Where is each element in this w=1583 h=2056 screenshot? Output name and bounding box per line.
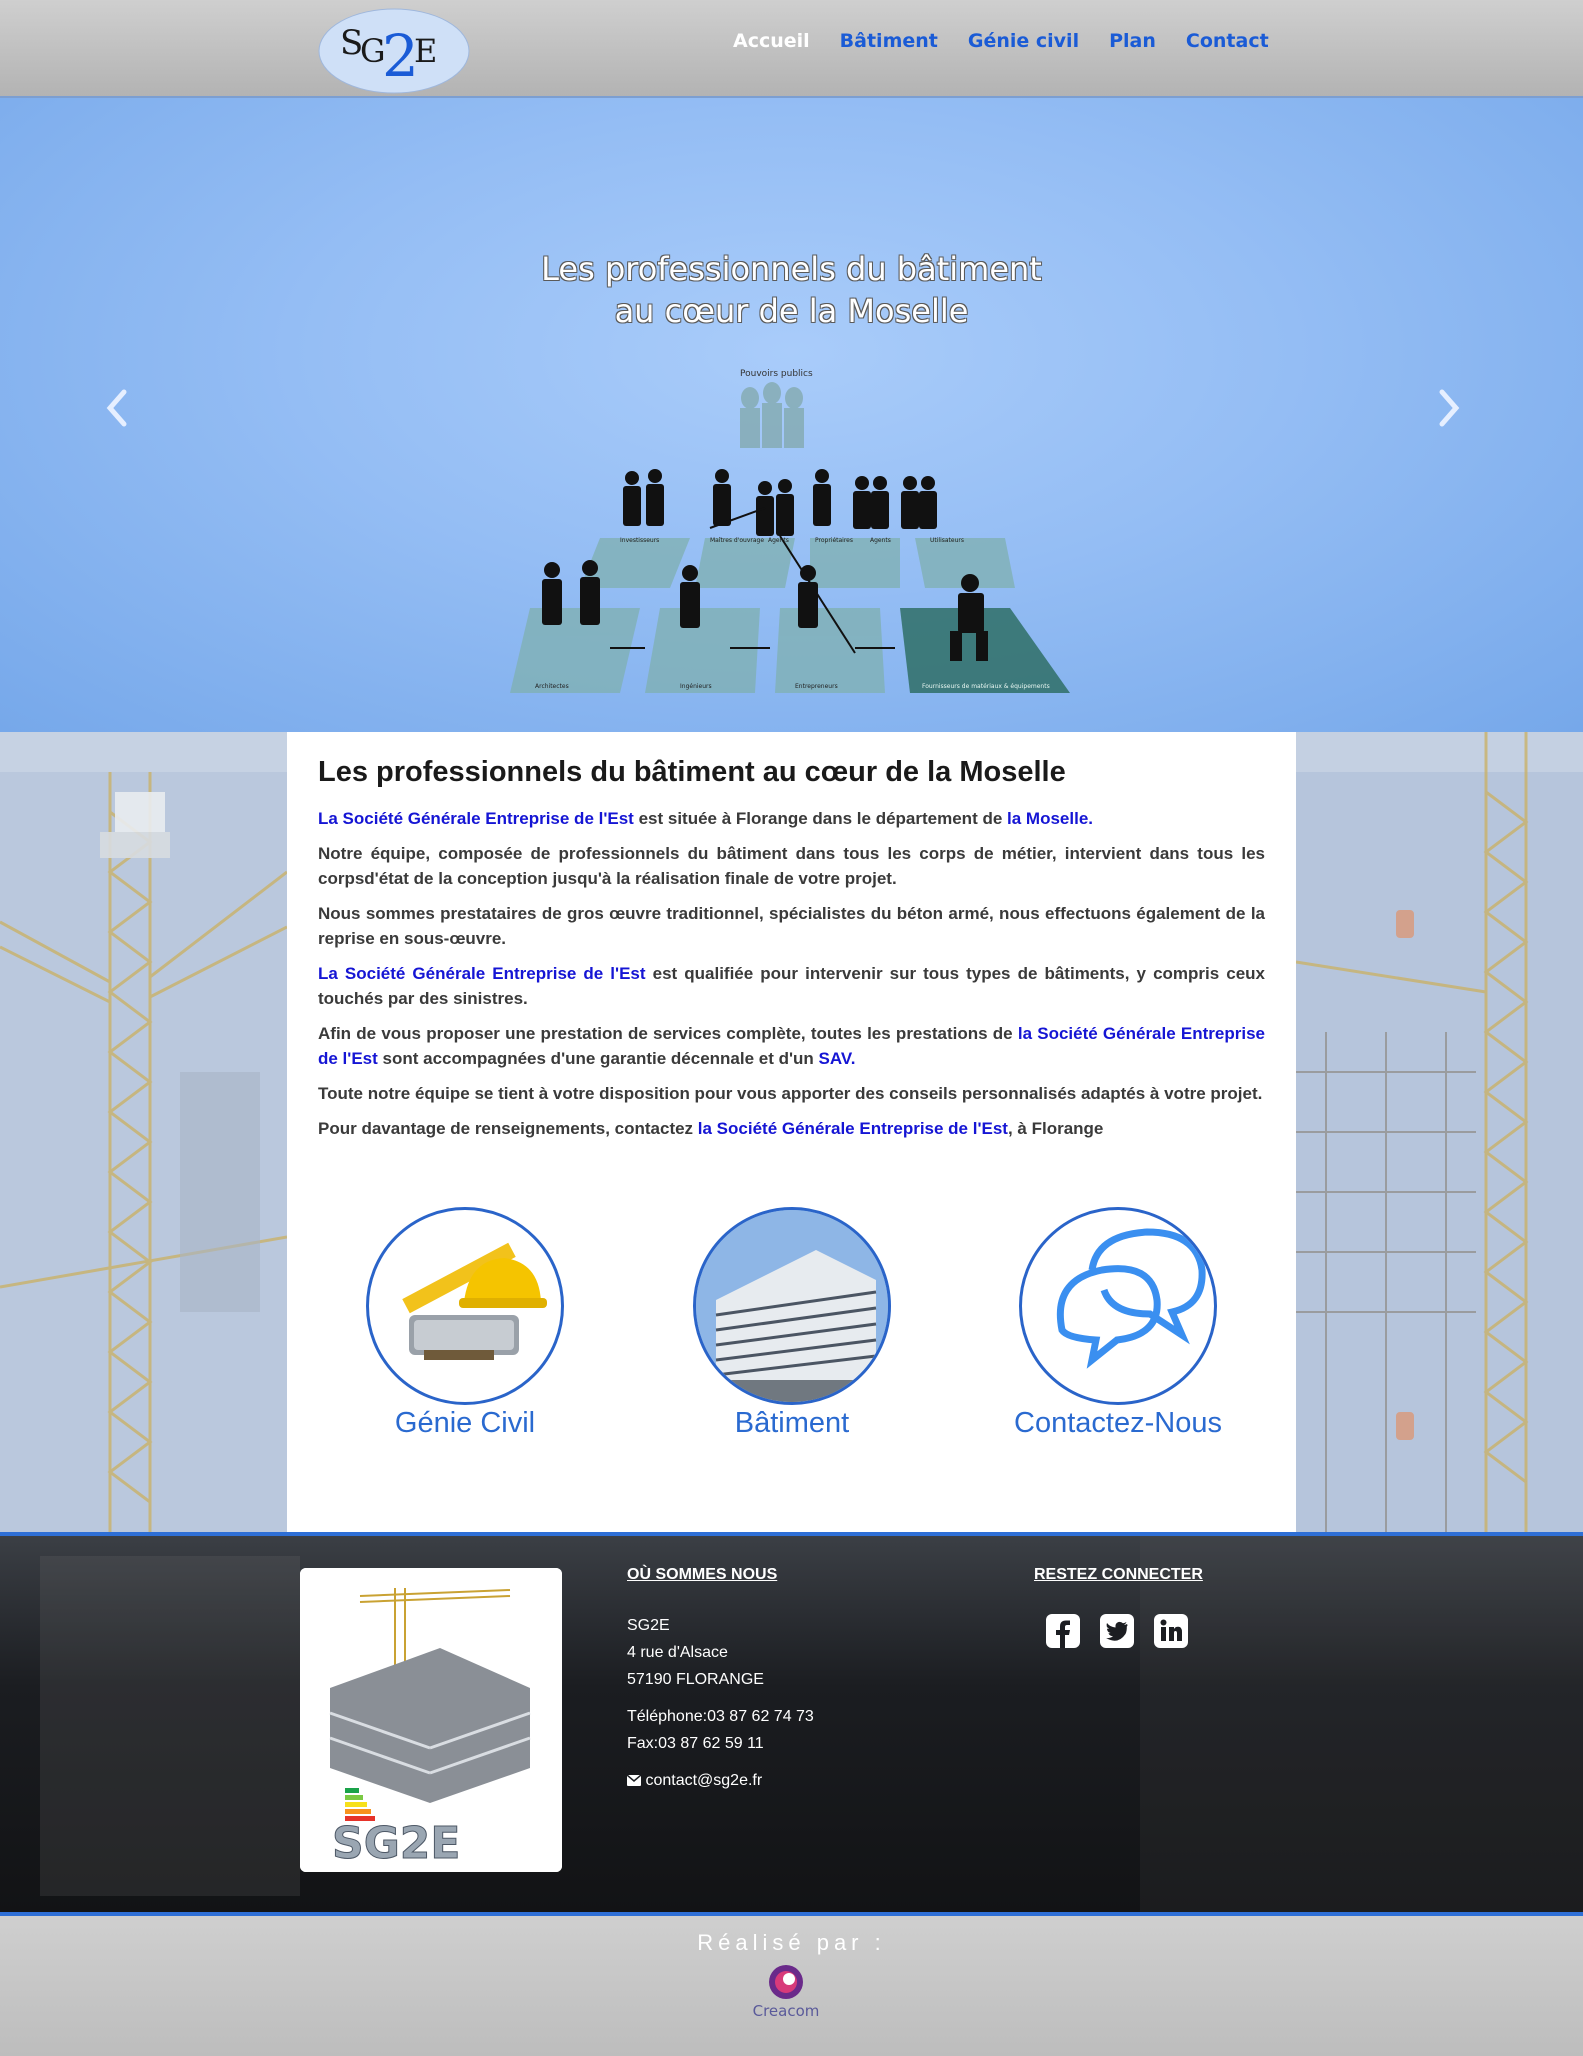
nav-item-contact[interactable]: Contact [1186,30,1269,52]
hero-carousel: Les professionnels du bâtiment au cœur d… [0,98,1583,732]
building-icon [696,1210,888,1402]
linkedin-icon[interactable] [1154,1614,1188,1648]
email-link[interactable]: contact@sg2e.fr [645,1772,762,1789]
feature-label: Génie Civil [394,1407,536,1439]
twitter-icon[interactable] [1100,1614,1134,1648]
company-name: SG2E [627,1617,670,1634]
text-span: Pour davantage de renseignements, contac… [318,1119,698,1138]
tools-helmet-icon [402,1242,547,1360]
intro-text: La Société Générale Entreprise de l'Est … [318,806,1265,1151]
hero-title-line-2: au cœur de la Moselle [614,292,969,330]
footer-logo-card: SG2E [300,1568,562,1872]
city-address: 57190 FLORANGE [627,1671,764,1688]
text-span: . [1088,809,1094,828]
envelope-icon [626,1774,642,1786]
credits-label: Réalisé par : [697,1930,886,1955]
top-navbar: S G 2 E Accueil Bâtiment Génie civil Pla… [0,0,1583,98]
paragraph: La Société Générale Entreprise de l'Est … [318,806,1265,831]
nav-item-batiment[interactable]: Bâtiment [840,30,938,52]
text-span: sont accompagnées d'une garantie décenna… [377,1049,819,1068]
feature-genie-civil[interactable]: Génie Civil [335,1207,595,1440]
address-block: SG2E 4 rue d'Alsace 57190 FLORANGE Télép… [626,1612,814,1794]
footer-background [1140,1536,1583,1912]
feature-image-circle [366,1207,564,1405]
chevron-left-icon [106,389,127,427]
text-span: . [850,1049,856,1068]
site-footer: SG2E OÙ SOMMES NOUS SG2E 4 rue d'Alsace … [0,1532,1583,1916]
nav-item-accueil[interactable]: Accueil [733,30,810,52]
social-links [1046,1614,1188,1648]
carousel-prev-button[interactable] [104,388,130,438]
svg-text:E: E [414,32,437,70]
text-span: Afin de vous proposer une prestation de … [318,1024,1018,1043]
company-link[interactable]: la Société Générale Entreprise de l'Est [698,1119,1008,1138]
feature-label: Contactez-Nous [1014,1407,1222,1439]
diagram-label: Investisseurs [620,537,659,544]
building-actors-diagram: Pouvoirs publics Investisseurs Maîtres d… [510,369,1070,693]
main-nav: Accueil Bâtiment Génie civil Plan Contac… [733,30,1299,52]
feature-image-circle [693,1207,891,1405]
diagram-label: Agents [870,537,891,544]
creacom-logo-text: Creacom [753,2002,820,2020]
hero-title-line-1: Les professionnels du bâtiment [541,250,1042,288]
feature-batiment[interactable]: Bâtiment [662,1207,922,1440]
footer-background [40,1556,300,1896]
facebook-icon[interactable] [1046,1614,1080,1648]
sg2e-building-logo: SG2E [300,1568,562,1872]
credits-bar: Réalisé par : Creacom [0,1916,1583,2056]
carousel-next-button[interactable] [1436,388,1462,438]
email-line[interactable]: contact@sg2e.fr [626,1767,814,1794]
hero-title: Les professionnels du bâtiment au cœur d… [0,248,1583,332]
company-link[interactable]: La Société Générale Entreprise de l'Est [318,809,634,828]
phone-number: Téléphone:03 87 62 74 73 [627,1708,814,1725]
diagram-label: Agents [768,537,789,544]
paragraph: Toute notre équipe se tient à votre disp… [318,1084,1263,1103]
fax-number: Fax:03 87 62 59 11 [627,1735,764,1752]
crane-background-left [0,732,287,1532]
creacom-logo[interactable]: Creacom [746,1962,826,2022]
scaffolding-background-right [1296,732,1583,1532]
nav-item-plan[interactable]: Plan [1109,30,1156,52]
feature-label: Bâtiment [734,1407,850,1439]
where-title: OÙ SOMMES NOUS [627,1566,778,1583]
footer-logo-text: SG2E [332,1818,460,1869]
diagram-label: Propriétaires [815,537,853,544]
social-title: RESTEZ CONNECTER [1034,1566,1203,1583]
text-span: , à Florange [1007,1119,1104,1138]
diagram-label: Ingénieurs [680,683,712,690]
sav-link[interactable]: SAV [819,1049,851,1068]
paragraph: Pour davantage de renseignements, contac… [318,1116,1265,1141]
moselle-link[interactable]: la Moselle [1007,809,1088,828]
text-span: est située à Florange dans le départemen… [633,809,1008,828]
paragraph: Afin de vous proposer une prestation de … [318,1021,1265,1071]
sg2e-logo[interactable]: S G 2 E [318,4,470,94]
diagram-label: Entrepreneurs [795,683,838,690]
diagram-label: Fournisseurs de matériaux & équipements [922,683,1050,690]
diagram-label: Architectes [535,683,569,690]
main-content: Les professionnels du bâtiment au cœur d… [287,732,1296,1532]
feature-contact[interactable]: Contactez-Nous [988,1207,1248,1440]
diagram-label: Utilisateurs [930,537,964,544]
feature-links: Génie Civil Bâtiment Contactez-Nous [287,1207,1296,1457]
paragraph: Nous sommes prestataires de gros œuvre t… [318,904,1265,948]
chevron-right-icon [1439,389,1460,427]
diagram-label: Maîtres d'ouvrage [710,537,764,544]
nav-item-genie-civil[interactable]: Génie civil [968,30,1079,52]
feature-image-circle [1019,1207,1217,1405]
diagram-label-top: Pouvoirs publics [740,369,813,379]
main-section: Les professionnels du bâtiment au cœur d… [0,732,1583,1532]
paragraph: Notre équipe, composée de professionnels… [318,844,1265,888]
street-address: 4 rue d'Alsace [627,1644,728,1661]
company-link[interactable]: La Société Générale Entreprise de l'Est [318,964,646,983]
page-heading: Les professionnels du bâtiment au cœur d… [318,756,1066,788]
speech-bubbles-icon [1056,1228,1206,1369]
paragraph: La Société Générale Entreprise de l'Est … [318,961,1265,1011]
